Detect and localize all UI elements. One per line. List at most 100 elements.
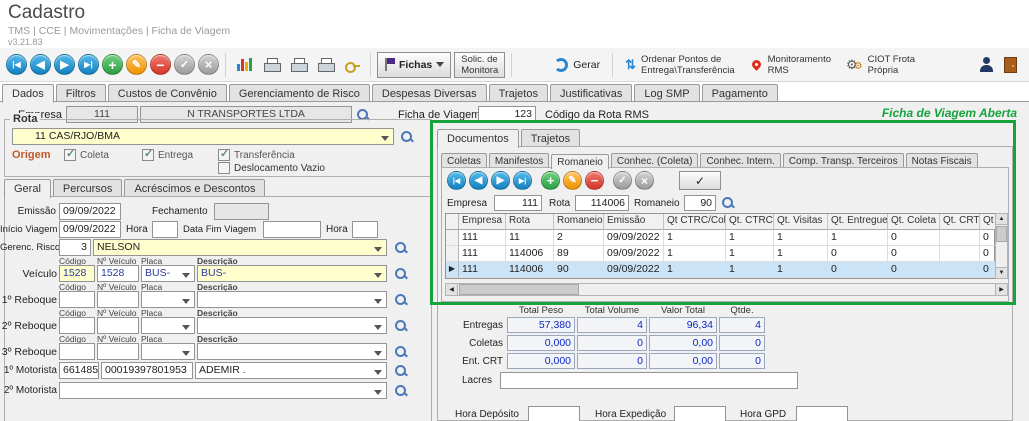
veiculo-search-icon[interactable] bbox=[394, 267, 408, 281]
scroll-up-button[interactable]: ▲ bbox=[995, 213, 1008, 225]
reboque2-search-icon[interactable] bbox=[394, 319, 408, 333]
hora-gpd-field[interactable] bbox=[796, 406, 848, 421]
subtab-romaneio[interactable]: Romaneio bbox=[551, 154, 609, 169]
column-header[interactable]: Qt bbox=[980, 214, 996, 230]
reboque3-placa-combobox[interactable] bbox=[141, 343, 195, 360]
print-button[interactable] bbox=[259, 53, 283, 77]
coleta-checkbox[interactable] bbox=[64, 149, 76, 161]
solic-monitora-button[interactable]: Solic. de Monitora bbox=[454, 52, 505, 78]
print-export-button[interactable] bbox=[313, 53, 337, 77]
tab-log-smp[interactable]: Log SMP bbox=[634, 84, 699, 102]
reboque2-descricao-combobox[interactable] bbox=[197, 317, 387, 334]
docs-nav-next-button[interactable]: ▶ bbox=[491, 171, 510, 190]
tab-custos-convenio[interactable]: Custos de Convênio bbox=[108, 84, 227, 102]
table-row[interactable]: 111 114006 89 09/09/2022 1 1 1 0 0 0 bbox=[446, 246, 994, 262]
motorista1-codigo-field[interactable]: 661485 bbox=[59, 362, 99, 379]
docs-apply-button[interactable]: ✓ bbox=[679, 171, 721, 190]
reboque2-numero-field[interactable] bbox=[97, 317, 139, 334]
tab-geral[interactable]: Geral bbox=[4, 179, 51, 198]
motorista1-nome-combobox[interactable]: ADEMIR . bbox=[195, 362, 387, 379]
column-header[interactable]: Rota bbox=[506, 214, 554, 230]
column-header[interactable]: Qt CTRC/Col bbox=[664, 214, 726, 230]
motorista2-combobox[interactable] bbox=[59, 382, 387, 399]
reboque1-codigo-field[interactable] bbox=[59, 291, 95, 308]
veiculo-descricao-combobox[interactable]: BUS- bbox=[197, 265, 387, 282]
access-button[interactable] bbox=[340, 53, 364, 77]
docs-nav-previous-button[interactable]: ◀ bbox=[469, 171, 488, 190]
nav-first-button[interactable]: |◀ bbox=[6, 54, 27, 75]
ficha-viagem-field[interactable]: 123 bbox=[478, 106, 536, 123]
gerar-button[interactable]: Gerar bbox=[548, 57, 606, 73]
veiculo-numero-field[interactable]: 1528 bbox=[97, 265, 139, 282]
ordenar-pontos-button[interactable]: ⇅ Ordenar Pontos de Entrega\Transferênci… bbox=[619, 53, 741, 77]
scroll-down-button[interactable]: ▼ bbox=[995, 267, 1008, 279]
hora-deposito-field[interactable] bbox=[528, 406, 580, 421]
docs-search-icon[interactable] bbox=[721, 196, 735, 210]
reboque2-codigo-field[interactable] bbox=[59, 317, 95, 334]
users-icon[interactable] bbox=[979, 57, 995, 72]
inicio-viagem-field[interactable]: 09/09/2022 bbox=[59, 221, 121, 238]
reboque1-descricao-combobox[interactable] bbox=[197, 291, 387, 308]
docs-nav-first-button[interactable]: |◀ bbox=[447, 171, 466, 190]
confirm-button[interactable]: ✓ bbox=[174, 54, 195, 75]
ciot-frota-button[interactable]: ⚙⚙ CIOT Frota Própria bbox=[840, 53, 921, 77]
docs-empresa-field[interactable]: 111 bbox=[494, 195, 542, 211]
entrega-checkbox[interactable] bbox=[142, 149, 154, 161]
gerenc-risco-code-field[interactable]: 3 bbox=[59, 239, 91, 256]
docs-add-button[interactable]: + bbox=[541, 171, 560, 190]
nav-last-button[interactable]: ▶| bbox=[78, 54, 99, 75]
emissao-field[interactable]: 09/09/2022 bbox=[59, 203, 121, 220]
rota-combobox[interactable]: 11 CAS/RJO/BMA bbox=[12, 128, 394, 145]
deslocamento-vazio-checkbox[interactable] bbox=[218, 162, 230, 174]
hora-inicio-field[interactable] bbox=[152, 221, 178, 238]
reboque1-placa-combobox[interactable] bbox=[141, 291, 195, 308]
motorista1-search-icon[interactable] bbox=[394, 364, 408, 378]
rota-search-icon[interactable] bbox=[400, 130, 414, 144]
tab-gerenciamento-risco[interactable]: Gerenciamento de Risco bbox=[229, 84, 370, 102]
cancel-button[interactable]: × bbox=[198, 54, 219, 75]
docs-edit-button[interactable]: ✎ bbox=[563, 171, 582, 190]
column-header[interactable]: Qt. Coleta bbox=[888, 214, 940, 230]
veiculo-codigo-field[interactable]: 1528 bbox=[59, 265, 95, 282]
subtab-coletas[interactable]: Coletas bbox=[441, 153, 487, 168]
reboque1-numero-field[interactable] bbox=[97, 291, 139, 308]
tab-documentos[interactable]: Documentos bbox=[437, 129, 519, 148]
reboque2-placa-combobox[interactable] bbox=[141, 317, 195, 334]
column-header[interactable]: Qt. CRT bbox=[940, 214, 980, 230]
nav-next-button[interactable]: ▶ bbox=[54, 54, 75, 75]
docs-rota-field[interactable]: 114006 bbox=[575, 195, 629, 211]
table-row[interactable]: 111 11 2 09/09/2022 1 1 1 1 0 0 bbox=[446, 230, 994, 246]
nav-previous-button[interactable]: ◀ bbox=[30, 54, 51, 75]
column-header[interactable]: Empresa bbox=[459, 214, 506, 230]
exit-door-icon[interactable] bbox=[1004, 57, 1017, 73]
chart-button[interactable] bbox=[232, 53, 256, 77]
column-header[interactable]: Romaneio bbox=[554, 214, 604, 230]
reboque3-numero-field[interactable] bbox=[97, 343, 139, 360]
tab-trajetos-doc[interactable]: Trajetos bbox=[521, 129, 580, 147]
docs-nav-last-button[interactable]: ▶| bbox=[513, 171, 532, 190]
tab-acrescimos-descontos[interactable]: Acréscimos e Descontos bbox=[124, 179, 265, 197]
vscroll-thumb[interactable] bbox=[996, 226, 1007, 242]
lacres-field[interactable] bbox=[500, 372, 798, 389]
reboque3-descricao-combobox[interactable] bbox=[197, 343, 387, 360]
table-row-selected[interactable]: ▶ 111 114006 90 09/09/2022 1 1 1 0 0 0 bbox=[446, 262, 994, 278]
subtab-conhec-coleta[interactable]: Conhec. (Coleta) bbox=[611, 153, 699, 168]
reboque3-codigo-field[interactable] bbox=[59, 343, 95, 360]
monitoramento-rms-button[interactable]: Monitoramento RMS bbox=[744, 53, 837, 77]
docs-cancel-button[interactable]: × bbox=[635, 171, 654, 190]
hscroll-thumb[interactable] bbox=[459, 284, 579, 295]
delete-button[interactable]: − bbox=[150, 54, 171, 75]
transferencia-checkbox[interactable] bbox=[218, 149, 230, 161]
subtab-conhec-intern[interactable]: Conhec. Intern. bbox=[700, 153, 780, 168]
subtab-notas-fiscais[interactable]: Notas Fiscais bbox=[906, 153, 978, 168]
print-preview-button[interactable] bbox=[286, 53, 310, 77]
column-header[interactable]: Qt. Visitas bbox=[774, 214, 828, 230]
hora-expedicao-field[interactable] bbox=[674, 406, 726, 421]
tab-filtros[interactable]: Filtros bbox=[56, 84, 106, 102]
docs-confirm-button[interactable]: ✓ bbox=[613, 171, 632, 190]
column-header[interactable]: Emissão bbox=[604, 214, 664, 230]
reboque1-search-icon[interactable] bbox=[394, 293, 408, 307]
tab-dados[interactable]: Dados bbox=[2, 84, 54, 103]
docs-romaneio-field[interactable]: 90 bbox=[684, 195, 716, 211]
tab-pagamento[interactable]: Pagamento bbox=[702, 84, 778, 102]
